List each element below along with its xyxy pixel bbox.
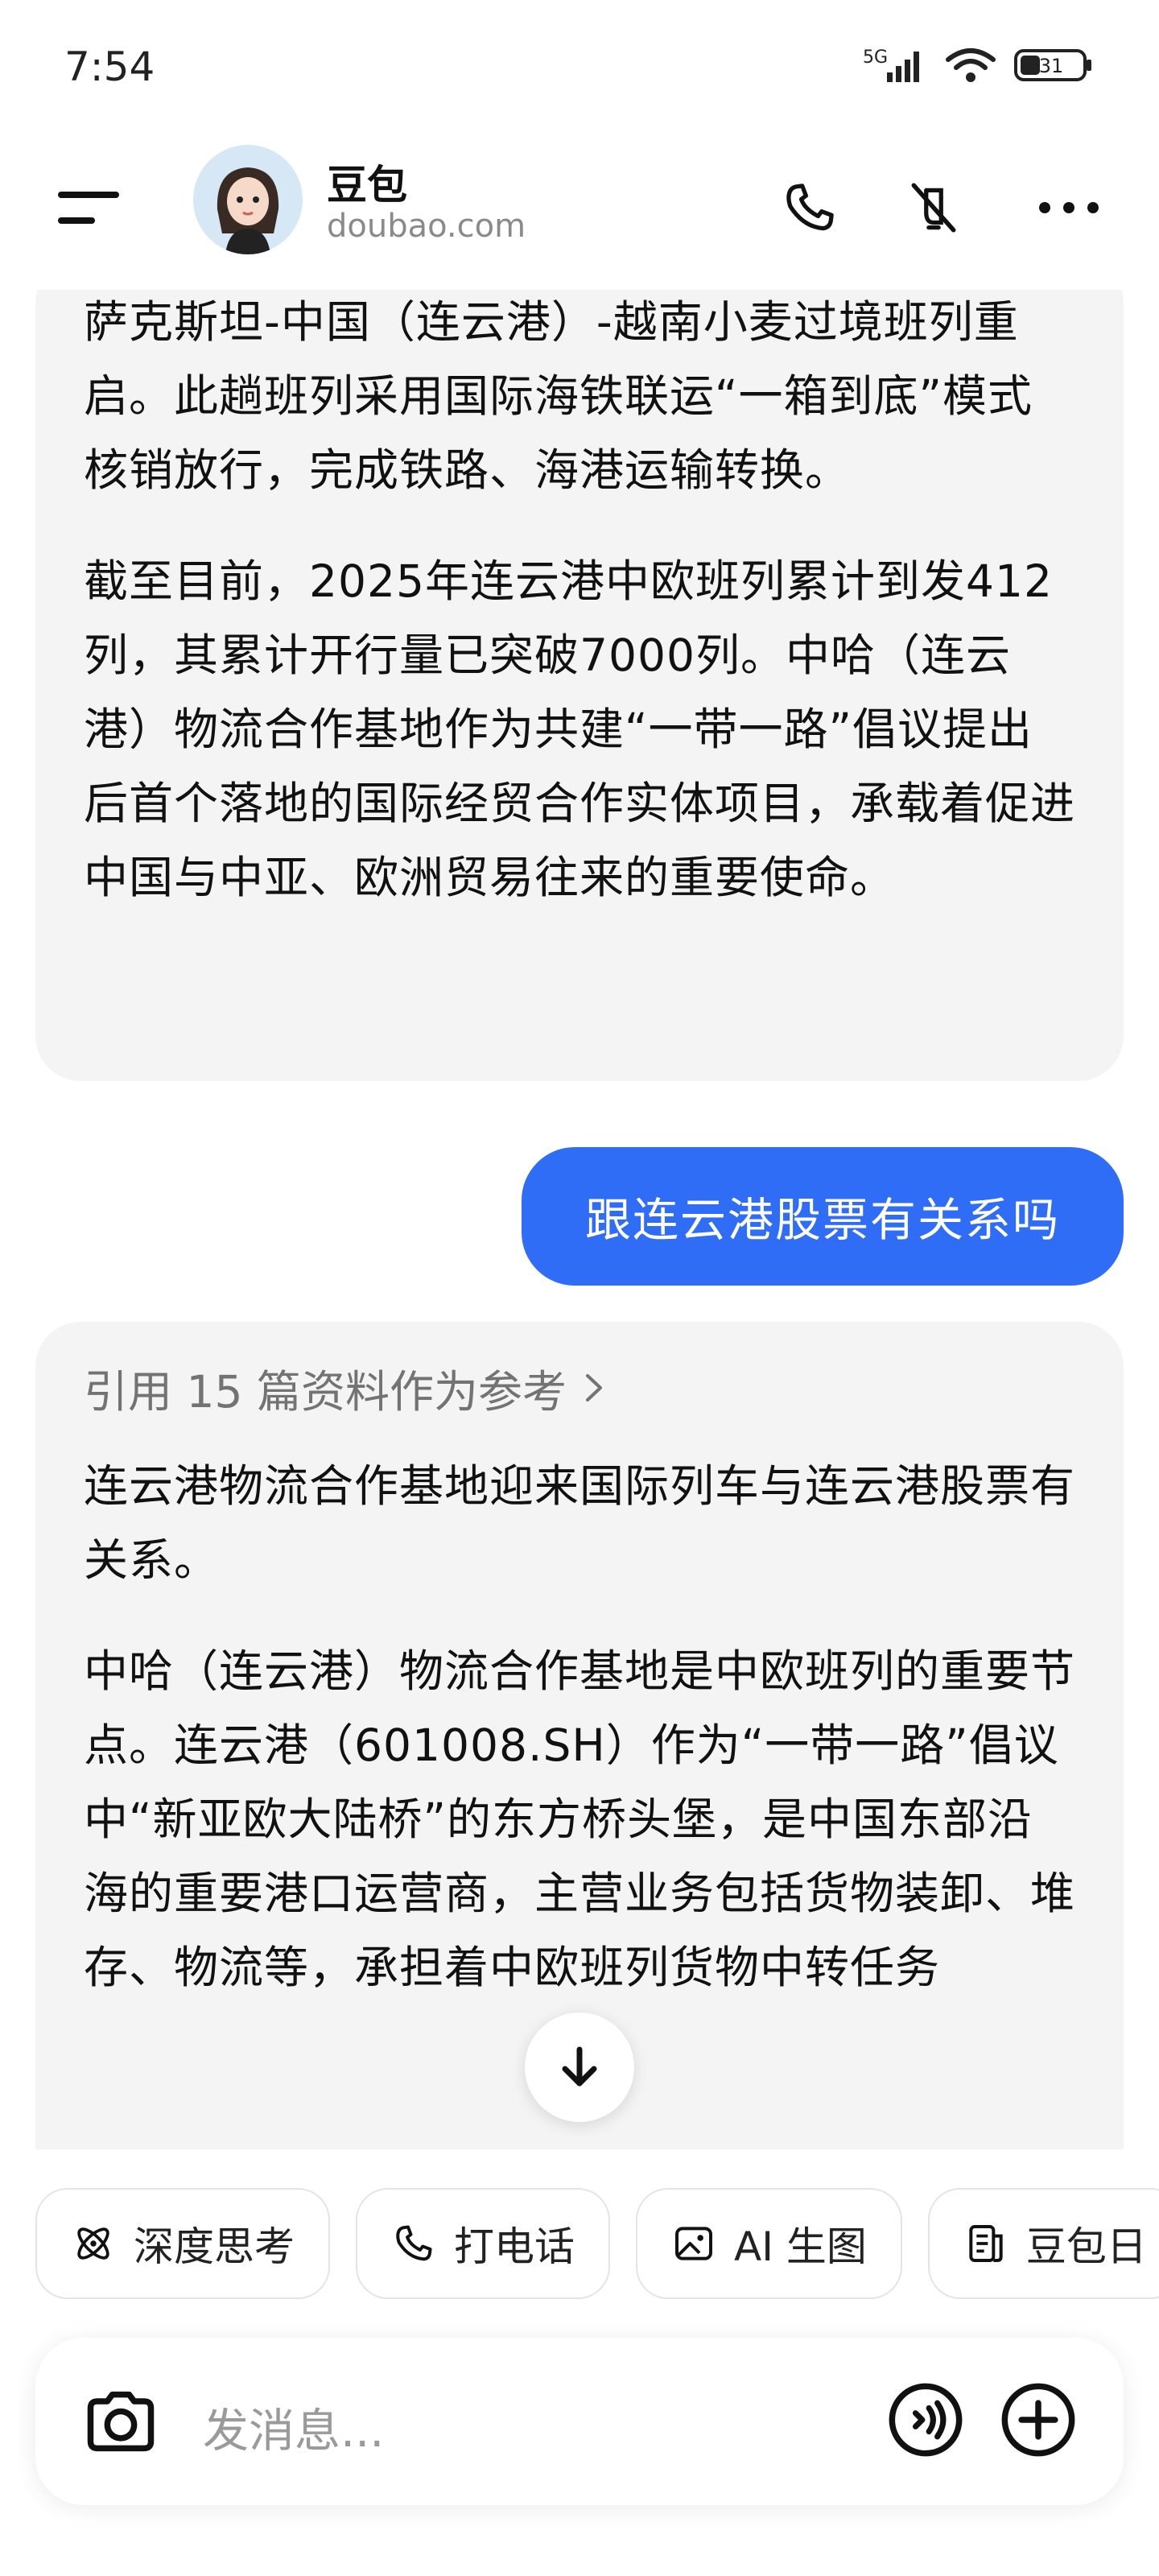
chip-label: 豆包日 <box>1025 2223 1147 2270</box>
references-link[interactable]: 引用 15 篇资料作为参考 <box>84 1356 1075 1420</box>
avatar[interactable] <box>193 145 303 254</box>
user-message-bubble: 跟连云港股票有关系吗 <box>522 1147 1124 1286</box>
svg-text:31: 31 <box>1039 55 1064 77</box>
phone-icon <box>396 2225 432 2261</box>
add-attachment-icon[interactable] <box>998 2380 1079 2463</box>
battery-icon: 31 <box>1014 49 1091 81</box>
status-bar: 7:54 5G 31 <box>0 0 1159 129</box>
svg-text:5G: 5G <box>863 47 888 68</box>
ai-message-bubble: 萨克斯坦-中国（连云港）-越南小麦过境班列重启。此趟班列采用国际海铁联运“一箱到… <box>35 290 1124 1081</box>
bot-name: 豆包 <box>327 162 407 208</box>
scroll-to-bottom-button[interactable] <box>525 2013 634 2122</box>
message-input[interactable]: 发消息... <box>203 2394 384 2460</box>
message-paragraph: 萨克斯坦-中国（连云港）-越南小麦过境班列重启。此趟班列采用国际海铁联运“一箱到… <box>84 296 1033 496</box>
voice-input-icon[interactable] <box>885 2380 966 2463</box>
status-time: 7:54 <box>64 43 155 90</box>
document-icon <box>969 2225 1003 2262</box>
wifi-icon <box>946 48 996 82</box>
chip-call[interactable]: 打电话 <box>356 2188 610 2299</box>
camera-icon[interactable] <box>80 2381 161 2465</box>
chip-label: 深度思考 <box>134 2223 295 2270</box>
signal-icon: 5G <box>863 47 919 82</box>
chip-deep-thinking[interactable]: 深度思考 <box>35 2188 330 2299</box>
menu-icon[interactable] <box>58 185 122 233</box>
message-paragraph: 连云港物流合作基地迎来国际列车与连云港股票有关系。 <box>84 1460 1076 1586</box>
arrow-down-icon <box>562 2046 597 2087</box>
atom-icon <box>77 2227 109 2260</box>
message-paragraph: 中哈（连云港）物流合作基地是中欧班列的重要节点。连云港（601008.SH）作为… <box>84 1645 1076 1993</box>
bot-domain: doubao.com <box>327 208 526 245</box>
chat-header: 豆包 doubao.com <box>0 129 1159 290</box>
chip-ai-image[interactable]: AI 生图 <box>636 2188 902 2299</box>
mute-speaker-icon[interactable] <box>895 169 972 246</box>
more-options-icon[interactable] <box>1030 169 1107 246</box>
chat-messages[interactable]: 萨克斯坦-中国（连云港）-越南小麦过境班列重启。此趟班列采用国际海铁联运“一箱到… <box>0 290 1159 2149</box>
message-composer: 发消息... <box>35 2338 1124 2505</box>
references-label: 引用 15 篇资料作为参考 <box>84 1366 567 1418</box>
chip-label: 打电话 <box>454 2223 575 2270</box>
message-paragraph: 截至目前，2025年连云港中欧班列累计到发412列，其累计开行量已突破7000列… <box>84 555 1076 903</box>
phone-call-icon[interactable] <box>771 169 848 246</box>
quick-actions: 深度思考 打电话 AI 生图 豆包日 <box>35 2188 1159 2302</box>
chip-label: AI 生图 <box>734 2223 867 2270</box>
image-icon <box>675 2227 712 2260</box>
chip-daily[interactable]: 豆包日 <box>927 2188 1159 2299</box>
chevron-right-icon <box>585 1374 602 1402</box>
status-icons: 5G 31 <box>863 45 1095 85</box>
